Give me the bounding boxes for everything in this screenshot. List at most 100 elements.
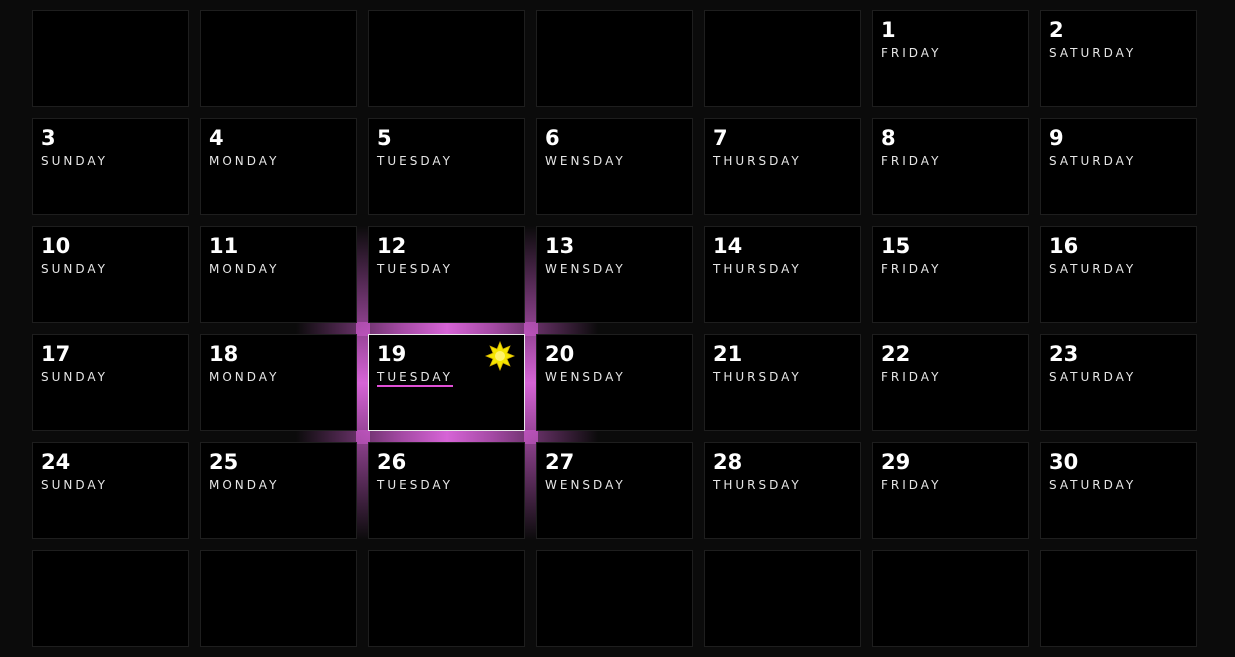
weekday-label: SATURDAY	[1049, 262, 1137, 276]
day-number: 29	[881, 450, 911, 474]
empty-day-cell	[1040, 550, 1197, 647]
day-cell[interactable]: 14 THURSDAY	[704, 226, 861, 323]
day-cell[interactable]: 30 SATURDAY	[1040, 442, 1197, 539]
empty-day-cell	[536, 10, 693, 107]
weekday-label: SATURDAY	[1049, 154, 1137, 168]
weekday-label: FRIDAY	[881, 370, 942, 384]
day-cell[interactable]: 27 WENSDAY	[536, 442, 693, 539]
day-cell[interactable]: 15 FRIDAY	[872, 226, 1029, 323]
day-cell[interactable]: 12 TUESDAY	[368, 226, 525, 323]
weekday-label: WENSDAY	[545, 370, 626, 384]
day-number: 9	[1049, 126, 1064, 150]
day-cell[interactable]: 21 THURSDAY	[704, 334, 861, 431]
day-number: 24	[41, 450, 71, 474]
day-cell[interactable]: 25 MONDAY	[200, 442, 357, 539]
weekday-label: WENSDAY	[545, 154, 626, 168]
weekday-label: SATURDAY	[1049, 370, 1137, 384]
weekday-label: SUNDAY	[41, 262, 109, 276]
day-cell[interactable]: 11 MONDAY	[200, 226, 357, 323]
weekday-label: WENSDAY	[545, 262, 626, 276]
day-cell[interactable]: 7 THURSDAY	[704, 118, 861, 215]
day-number: 26	[377, 450, 407, 474]
day-number: 18	[209, 342, 239, 366]
empty-day-cell	[32, 10, 189, 107]
day-number: 16	[1049, 234, 1079, 258]
weekday-label: TUESDAY	[377, 262, 453, 276]
day-number: 3	[41, 126, 56, 150]
weekday-label: THURSDAY	[713, 262, 802, 276]
day-number: 25	[209, 450, 239, 474]
day-number: 4	[209, 126, 224, 150]
day-number: 28	[713, 450, 743, 474]
day-cell[interactable]: 26 TUESDAY	[368, 442, 525, 539]
day-cell[interactable]: 20 WENSDAY	[536, 334, 693, 431]
day-number: 8	[881, 126, 896, 150]
weekday-label: THURSDAY	[713, 478, 802, 492]
day-number: 21	[713, 342, 743, 366]
day-number: 20	[545, 342, 575, 366]
day-cell[interactable]: 28 THURSDAY	[704, 442, 861, 539]
weekday-label: SUNDAY	[41, 370, 109, 384]
day-cell[interactable]: 1 FRIDAY	[872, 10, 1029, 107]
day-number: 10	[41, 234, 71, 258]
day-number: 22	[881, 342, 911, 366]
weekday-label: SUNDAY	[41, 154, 109, 168]
empty-day-cell	[704, 550, 861, 647]
weekday-label: MONDAY	[209, 262, 280, 276]
weekday-label: TUESDAY	[377, 370, 453, 387]
empty-day-cell	[536, 550, 693, 647]
day-cell[interactable]: 18 MONDAY	[200, 334, 357, 431]
day-cell[interactable]: 5 TUESDAY	[368, 118, 525, 215]
weekday-label: FRIDAY	[881, 154, 942, 168]
day-cell[interactable]: 10 SUNDAY	[32, 226, 189, 323]
day-cell[interactable]: 9 SATURDAY	[1040, 118, 1197, 215]
weekday-label: WENSDAY	[545, 478, 626, 492]
weekday-label: THURSDAY	[713, 370, 802, 384]
weekday-label: FRIDAY	[881, 46, 942, 60]
weekday-label: THURSDAY	[713, 154, 802, 168]
empty-day-cell	[872, 550, 1029, 647]
day-cell[interactable]: 8 FRIDAY	[872, 118, 1029, 215]
day-number: 6	[545, 126, 560, 150]
day-number: 14	[713, 234, 743, 258]
weekday-label: MONDAY	[209, 478, 280, 492]
empty-day-cell	[704, 10, 861, 107]
empty-day-cell	[368, 550, 525, 647]
day-cell[interactable]: 3 SUNDAY	[32, 118, 189, 215]
day-number: 30	[1049, 450, 1079, 474]
day-cell-today[interactable]: 19 TUESDAY	[368, 334, 525, 431]
day-cell[interactable]: 16 SATURDAY	[1040, 226, 1197, 323]
day-number: 19	[377, 342, 407, 366]
day-cell[interactable]: 2 SATURDAY	[1040, 10, 1197, 107]
day-cell[interactable]: 24 SUNDAY	[32, 442, 189, 539]
weekday-label: MONDAY	[209, 154, 280, 168]
day-cell[interactable]: 6 WENSDAY	[536, 118, 693, 215]
day-number: 11	[209, 234, 239, 258]
day-cell[interactable]: 4 MONDAY	[200, 118, 357, 215]
weekday-label: SATURDAY	[1049, 46, 1137, 60]
weekday-label: FRIDAY	[881, 262, 942, 276]
day-number: 1	[881, 18, 896, 42]
weekday-label: MONDAY	[209, 370, 280, 384]
day-cell[interactable]: 29 FRIDAY	[872, 442, 1029, 539]
weekday-label: FRIDAY	[881, 478, 942, 492]
day-number: 13	[545, 234, 575, 258]
day-number: 12	[377, 234, 407, 258]
day-number: 2	[1049, 18, 1064, 42]
day-number: 23	[1049, 342, 1079, 366]
day-number: 15	[881, 234, 911, 258]
day-cell[interactable]: 22 FRIDAY	[872, 334, 1029, 431]
day-cell[interactable]: 23 SATURDAY	[1040, 334, 1197, 431]
day-number: 5	[377, 126, 392, 150]
day-number: 17	[41, 342, 71, 366]
empty-day-cell	[200, 10, 357, 107]
day-cell[interactable]: 17 SUNDAY	[32, 334, 189, 431]
calendar-grid: 1 FRIDAY 2 SATURDAY 3 SUNDAY 4 MONDAY 5 TUESDAY 6 W…	[0, 0, 1235, 657]
day-cell[interactable]: 13 WENSDAY	[536, 226, 693, 323]
weekday-label: SUNDAY	[41, 478, 109, 492]
empty-day-cell	[32, 550, 189, 647]
day-number: 7	[713, 126, 728, 150]
empty-day-cell	[368, 10, 525, 107]
day-number: 27	[545, 450, 575, 474]
weekday-label: TUESDAY	[377, 154, 453, 168]
